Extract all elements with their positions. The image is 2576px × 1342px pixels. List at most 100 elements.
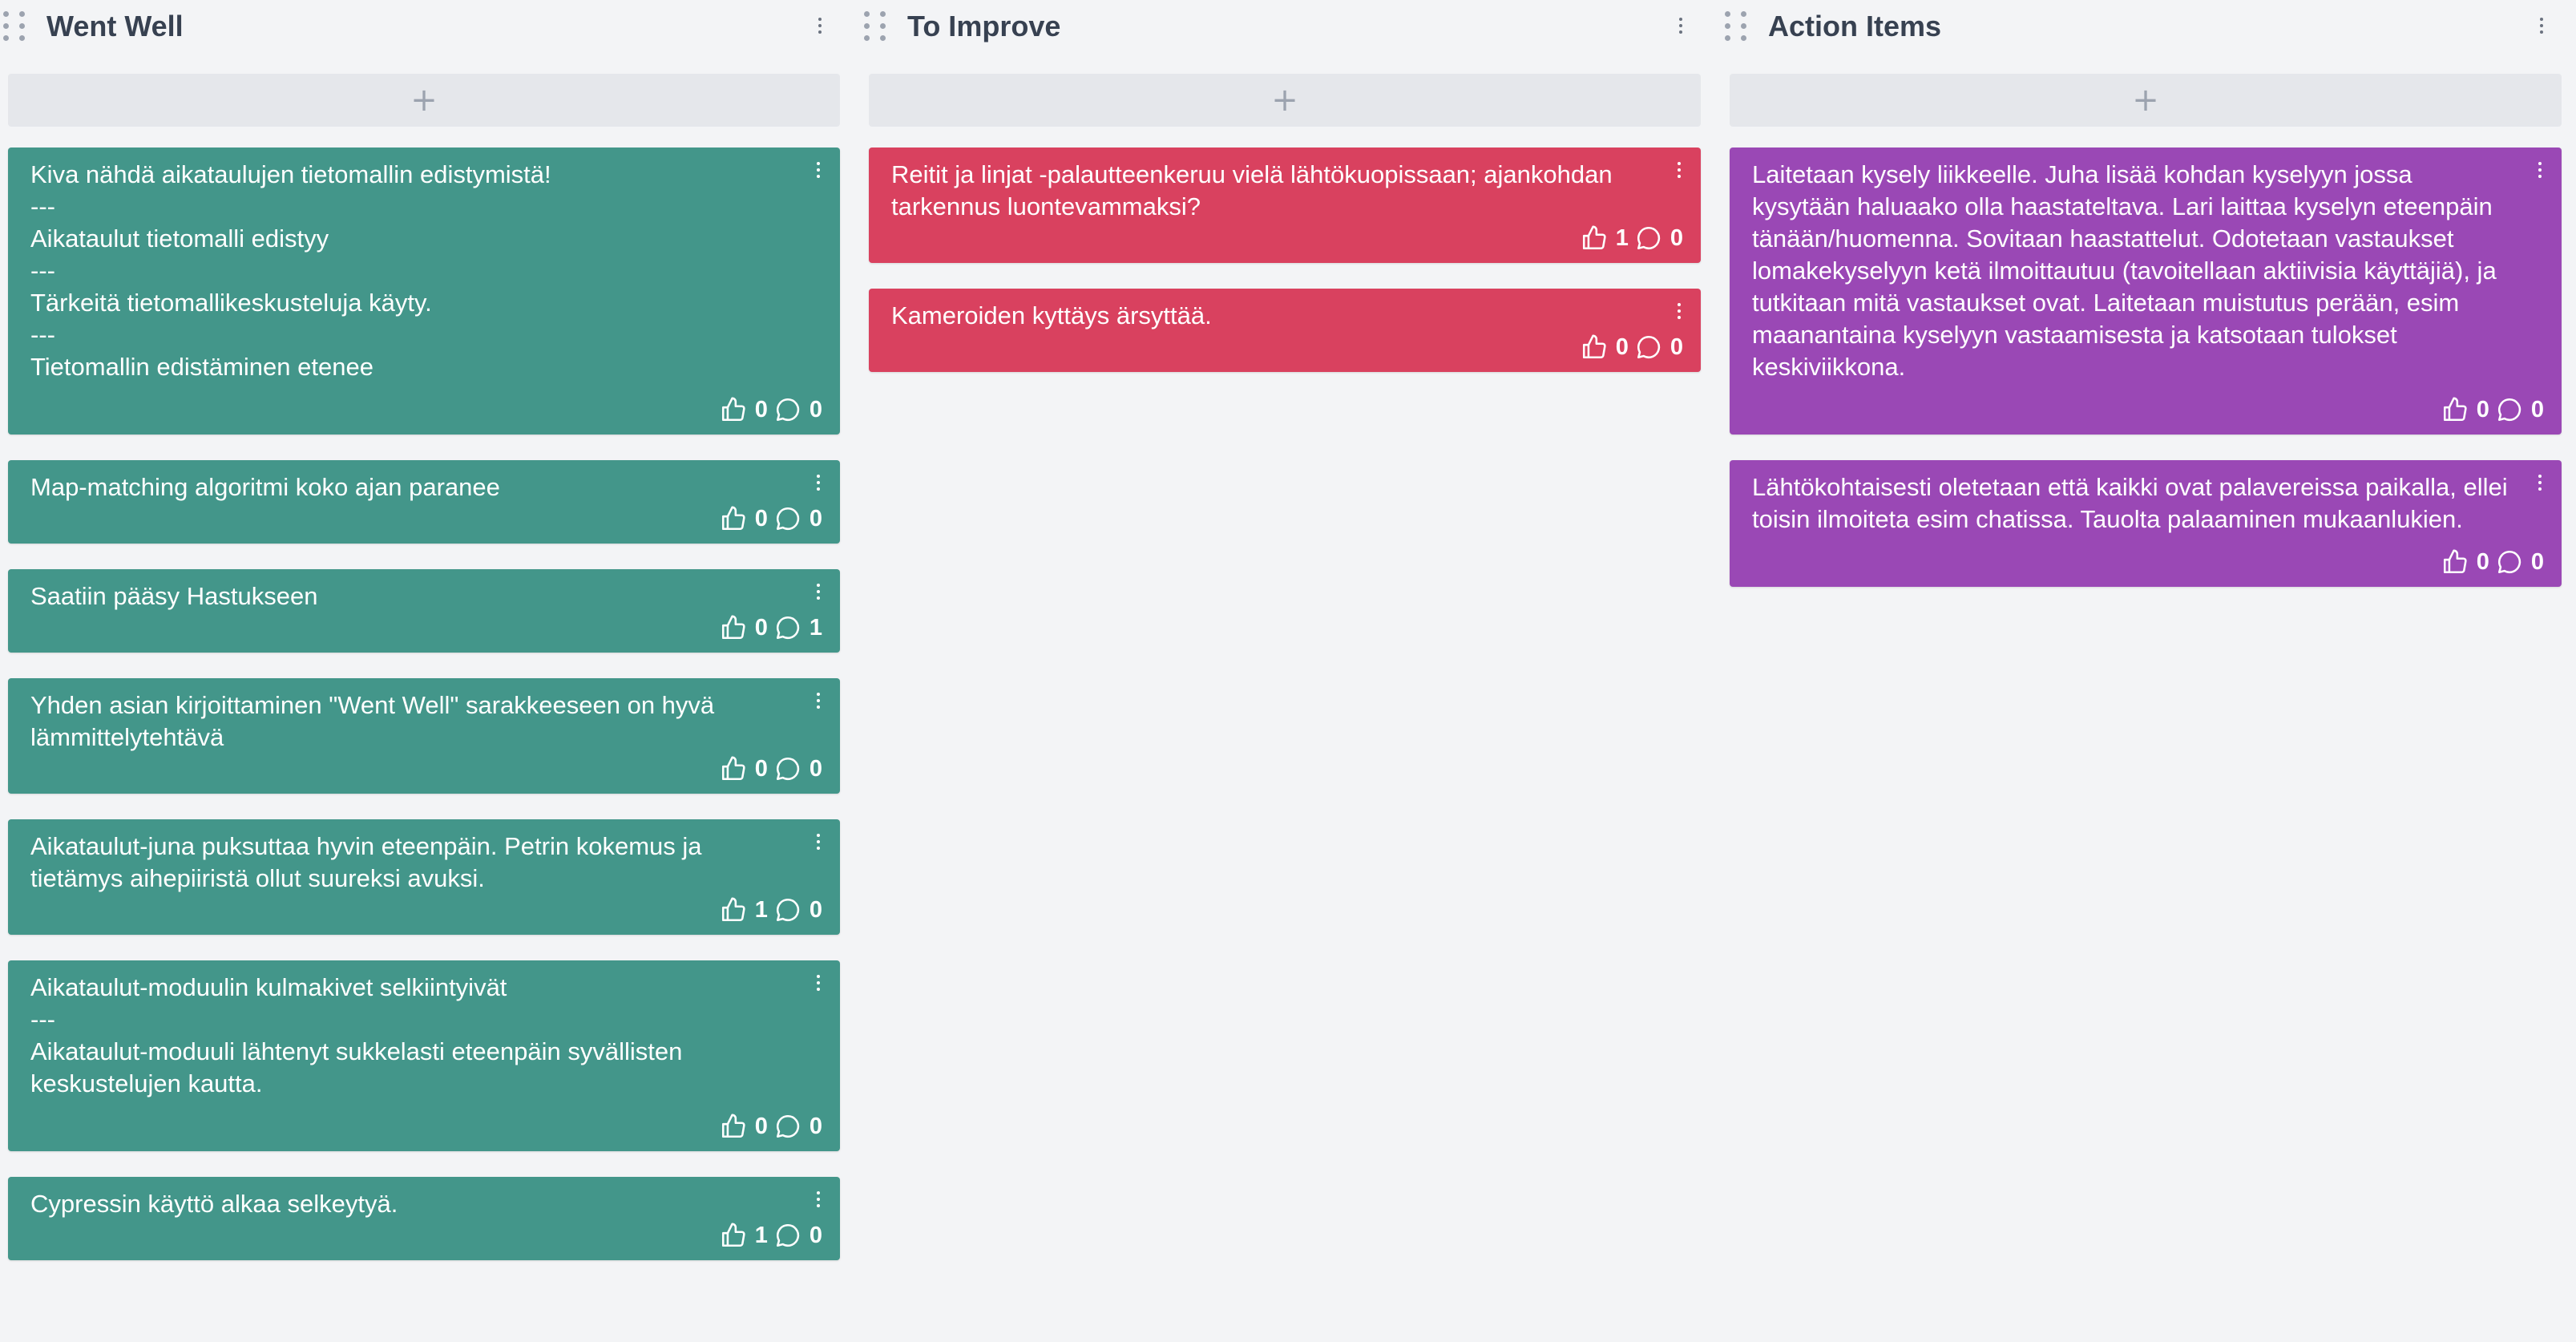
- column-went-well: Went Well + Kiva nähdä aikataulujen tiet…: [0, 0, 840, 1260]
- thumbs-up-icon: [721, 1114, 745, 1138]
- retro-board: Went Well + Kiva nähdä aikataulujen tiet…: [0, 0, 2576, 1342]
- comment-button[interactable]: 0: [774, 1222, 822, 1249]
- comment-count: 0: [809, 756, 822, 782]
- like-count: 1: [1615, 225, 1629, 251]
- comment-button[interactable]: 0: [774, 755, 822, 782]
- like-count: 0: [1615, 334, 1629, 360]
- comment-bubble-icon: [776, 507, 800, 531]
- card-text: Laitetaan kysely liikkeelle. Juha lisää …: [1752, 160, 2504, 381]
- comment-button[interactable]: 0: [2496, 396, 2544, 423]
- card-menu-icon[interactable]: [2536, 475, 2544, 491]
- card-text: Lähtökohtaisesti oletetaan että kaikki o…: [1752, 473, 2515, 533]
- card-menu-icon[interactable]: [2536, 162, 2544, 178]
- card[interactable]: Saatiin pääsy Hastukseen 0 1: [8, 569, 840, 653]
- card[interactable]: Yhden asian kirjoittaminen "Went Well" s…: [8, 678, 840, 794]
- thumbs-up-icon: [2443, 549, 2467, 574]
- like-count: 1: [754, 897, 768, 923]
- comment-bubble-icon: [776, 1114, 800, 1138]
- column-menu-icon[interactable]: [1677, 18, 1685, 34]
- drag-handle-icon[interactable]: [861, 11, 888, 42]
- card-menu-icon[interactable]: [814, 1191, 822, 1207]
- like-button[interactable]: 1: [720, 896, 768, 924]
- column-header: To Improve: [861, 0, 1694, 56]
- column-action-items: Action Items + Laitetaan kysely liikkeel…: [1722, 0, 2562, 587]
- like-button[interactable]: 0: [720, 614, 768, 641]
- comment-bubble-icon: [776, 616, 800, 640]
- column-to-improve: To Improve + Reitit ja linjat -palauttee…: [861, 0, 1701, 372]
- comment-button[interactable]: 0: [1635, 224, 1683, 252]
- like-count: 0: [754, 615, 768, 641]
- comment-bubble-icon: [2497, 550, 2521, 574]
- like-count: 0: [754, 1114, 768, 1139]
- drag-handle-icon[interactable]: [0, 11, 27, 42]
- card[interactable]: Lähtökohtaisesti oletetaan että kaikki o…: [1730, 460, 2562, 587]
- like-button[interactable]: 1: [720, 1222, 768, 1249]
- comment-button[interactable]: 0: [774, 1113, 822, 1140]
- column-title: Action Items: [1768, 10, 1942, 42]
- like-button[interactable]: 0: [1581, 333, 1629, 361]
- card-menu-icon[interactable]: [814, 834, 822, 850]
- like-button[interactable]: 0: [2441, 548, 2489, 576]
- comment-button[interactable]: 1: [774, 614, 822, 641]
- comment-button[interactable]: 0: [2496, 548, 2544, 576]
- thumbs-up-icon: [721, 756, 745, 781]
- comment-button[interactable]: 0: [774, 505, 822, 532]
- like-count: 0: [754, 397, 768, 422]
- comment-count: 0: [809, 1114, 822, 1139]
- thumbs-up-icon: [721, 506, 745, 531]
- card[interactable]: Reitit ja linjat -palautteenkeruu vielä …: [869, 148, 1701, 263]
- comment-button[interactable]: 0: [774, 896, 822, 924]
- comment-count: 0: [809, 1223, 822, 1248]
- card[interactable]: Laitetaan kysely liikkeelle. Juha lisää …: [1730, 148, 2562, 435]
- card-menu-icon[interactable]: [814, 584, 822, 600]
- column-title: To Improve: [907, 10, 1061, 42]
- comment-button[interactable]: 0: [774, 396, 822, 423]
- card-text: Yhden asian kirjoittaminen "Went Well" s…: [30, 691, 721, 751]
- card-text: Reitit ja linjat -palautteenkeruu vielä …: [891, 160, 1620, 220]
- column-menu-icon[interactable]: [2538, 18, 2546, 34]
- like-count: 0: [2476, 397, 2489, 422]
- thumbs-up-icon: [721, 615, 745, 640]
- card[interactable]: Kiva nähdä aikataulujen tietomallin edis…: [8, 148, 840, 435]
- like-count: 0: [754, 756, 768, 782]
- like-button[interactable]: 0: [2441, 396, 2489, 423]
- card-menu-icon[interactable]: [814, 162, 822, 178]
- comment-button[interactable]: 0: [1635, 333, 1683, 361]
- card-menu-icon[interactable]: [814, 975, 822, 991]
- thumbs-up-icon: [2443, 397, 2467, 422]
- like-button[interactable]: 0: [720, 755, 768, 782]
- card-menu-icon[interactable]: [1675, 162, 1683, 178]
- comment-bubble-icon: [776, 398, 800, 422]
- thumbs-up-icon: [721, 397, 745, 422]
- card-list: Laitetaan kysely liikkeelle. Juha lisää …: [1730, 148, 2562, 612]
- like-button[interactable]: 0: [720, 1113, 768, 1140]
- card[interactable]: Kameroiden kyttäys ärsyttää. 0 0: [869, 289, 1701, 372]
- column-menu-icon[interactable]: [816, 18, 824, 34]
- comment-count: 0: [1670, 225, 1683, 251]
- card[interactable]: Map-matching algoritmi koko ajan paranee…: [8, 460, 840, 544]
- comment-bubble-icon: [776, 1223, 800, 1247]
- thumbs-up-icon: [1582, 334, 1606, 359]
- comment-bubble-icon: [1637, 335, 1661, 359]
- card[interactable]: Aikataulut-moduulin kulmakivet selkiinty…: [8, 960, 840, 1151]
- comment-bubble-icon: [2497, 398, 2521, 422]
- comment-count: 0: [1670, 334, 1683, 360]
- card[interactable]: Cypressin käyttö alkaa selkeytyä. 1 0: [8, 1177, 840, 1260]
- thumbs-up-icon: [721, 1223, 745, 1247]
- card[interactable]: Aikataulut-juna puksuttaa hyvin eteenpäi…: [8, 819, 840, 935]
- drag-handle-icon[interactable]: [1722, 11, 1749, 42]
- like-button[interactable]: 0: [720, 396, 768, 423]
- add-card-button[interactable]: +: [8, 74, 840, 127]
- add-card-button[interactable]: +: [869, 74, 1701, 127]
- card-menu-icon[interactable]: [814, 693, 822, 709]
- card-text: Aikataulut-moduulin kulmakivet selkiinty…: [30, 973, 683, 1097]
- add-card-button[interactable]: +: [1730, 74, 2562, 127]
- like-button[interactable]: 1: [1581, 224, 1629, 252]
- thumbs-up-icon: [1582, 225, 1606, 250]
- comment-count: 0: [809, 397, 822, 422]
- card-menu-icon[interactable]: [1675, 303, 1683, 319]
- card-menu-icon[interactable]: [814, 475, 822, 491]
- like-button[interactable]: 0: [720, 505, 768, 532]
- comment-count: 1: [809, 615, 822, 641]
- comment-count: 0: [809, 506, 822, 532]
